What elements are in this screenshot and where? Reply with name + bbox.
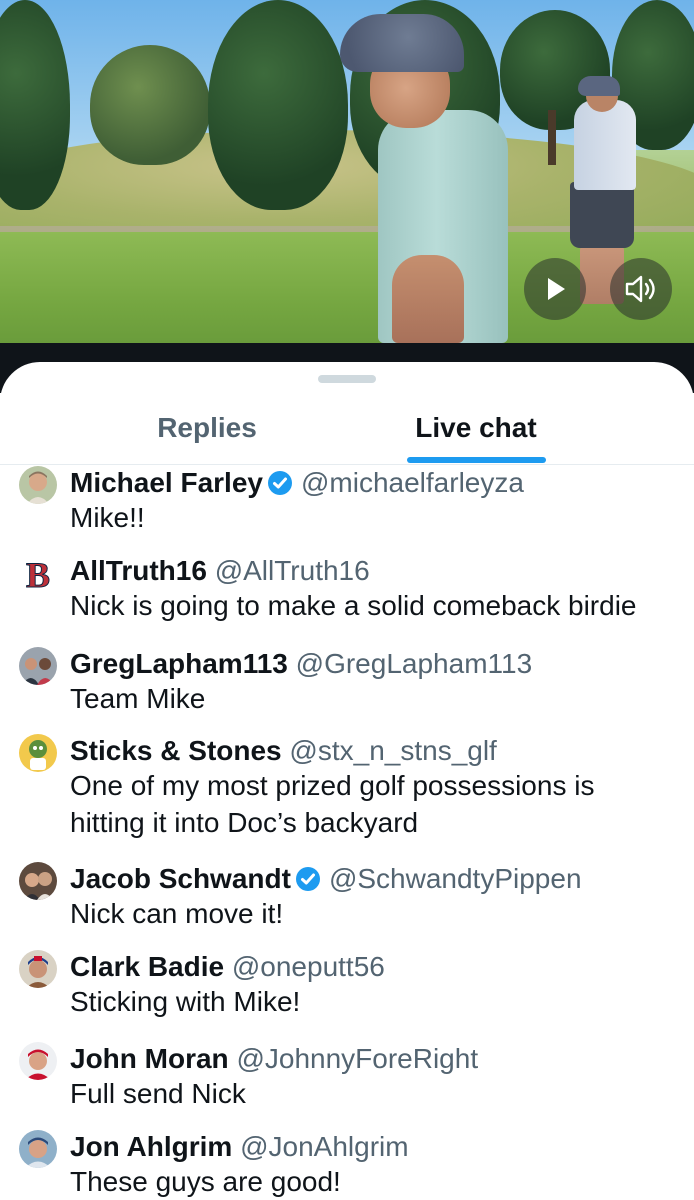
message-text: Mike!!	[70, 499, 680, 536]
tab-live-chat-label: Live chat	[415, 412, 537, 443]
avatar[interactable]	[19, 1130, 57, 1168]
golfer-arm	[392, 255, 464, 343]
avatar[interactable]	[19, 862, 57, 900]
author-name[interactable]: Clark Badie	[70, 951, 224, 982]
volume-icon	[625, 275, 655, 303]
sheet-grabber-handle[interactable]	[318, 375, 376, 383]
author-handle[interactable]: @AllTruth16	[215, 555, 370, 586]
message-text: Nick is going to make a solid comeback b…	[70, 587, 680, 624]
message-header: Michael Farley @michaelfarleyza	[70, 466, 524, 500]
play-button[interactable]	[524, 258, 586, 320]
message-header: Sticks & Stones @stx_n_stns_glf	[70, 734, 497, 768]
author-name[interactable]: GregLapham113	[70, 648, 288, 679]
tab-replies[interactable]: Replies	[110, 400, 304, 464]
message-line: Team Mike	[70, 683, 206, 714]
video-tree-trunk	[548, 110, 556, 165]
verified-badge-icon	[267, 471, 292, 495]
volume-button[interactable]	[610, 258, 672, 320]
golfer-shirt	[574, 100, 636, 190]
author-handle[interactable]: @SchwandtyPippen	[329, 863, 582, 894]
message-header: GregLapham113 @GregLapham113	[70, 647, 532, 681]
screen: { "video": { "play_icon": "play-icon", "…	[0, 0, 694, 1200]
avatar[interactable]	[19, 1042, 57, 1080]
author-name[interactable]: AllTruth16	[70, 555, 207, 586]
author-name[interactable]: Jacob Schwandt	[70, 863, 291, 894]
avatar[interactable]: B	[19, 554, 57, 592]
author-handle[interactable]: @GregLapham113	[296, 648, 533, 679]
bottom-sheet: Replies Live chat Michael Farley @michae…	[0, 362, 694, 1200]
message-header: Jacob Schwandt @SchwandtyPippen	[70, 862, 582, 896]
verified-badge-icon	[295, 867, 320, 891]
message-line: Nick can move it!	[70, 898, 284, 929]
author-handle[interactable]: @oneputt56	[232, 951, 385, 982]
avatar[interactable]	[19, 950, 57, 988]
message-header: John Moran @JohnnyForeRight	[70, 1042, 478, 1076]
message-header: AllTruth16 @AllTruth16	[70, 554, 370, 588]
avatar[interactable]	[19, 647, 57, 685]
golfer-cap	[578, 76, 620, 96]
message-line: Nick is going to make a solid comeback b…	[70, 590, 637, 621]
message-header: Jon Ahlgrim @JonAhlgrim	[70, 1130, 409, 1164]
author-name[interactable]: Jon Ahlgrim	[70, 1131, 232, 1162]
author-name[interactable]: Michael Farley	[70, 467, 263, 498]
avatar[interactable]	[19, 734, 57, 772]
message-line: These guys are good!	[70, 1166, 341, 1197]
video-player[interactable]	[0, 0, 694, 343]
message-line: Mike!!	[70, 502, 145, 533]
author-handle[interactable]: @JonAhlgrim	[240, 1131, 408, 1162]
active-tab-indicator	[407, 457, 546, 463]
svg-text:B: B	[26, 555, 50, 592]
play-icon	[548, 278, 565, 300]
author-name[interactable]: John Moran	[70, 1043, 229, 1074]
message-line: One of my most prized golf possessions i…	[70, 770, 595, 801]
message-text: One of my most prized golf possessions i…	[70, 767, 680, 841]
message-line: Sticking with Mike!	[70, 986, 301, 1017]
video-tree	[208, 0, 348, 210]
tab-live-chat[interactable]: Live chat	[390, 400, 562, 464]
message-text: Nick can move it!	[70, 895, 680, 932]
golfer-shorts	[570, 182, 634, 248]
message-text: Full send Nick	[70, 1075, 680, 1112]
message-text: Sticking with Mike!	[70, 983, 680, 1020]
message-text: These guys are good!	[70, 1163, 680, 1200]
video-tree	[90, 45, 210, 165]
author-handle[interactable]: @stx_n_stns_glf	[289, 735, 496, 766]
author-name[interactable]: Sticks & Stones	[70, 735, 282, 766]
tab-replies-label: Replies	[157, 412, 257, 443]
message-header: Clark Badie @oneputt56	[70, 950, 385, 984]
message-line: hitting it into Doc’s backyard	[70, 807, 419, 838]
author-handle[interactable]: @JohnnyForeRight	[236, 1043, 478, 1074]
golfer-cap	[340, 14, 464, 72]
tab-bar: Replies Live chat	[0, 400, 694, 465]
author-handle[interactable]: @michaelfarleyza	[301, 467, 524, 498]
message-text: Team Mike	[70, 680, 680, 717]
avatar[interactable]	[19, 466, 57, 504]
message-line: Full send Nick	[70, 1078, 246, 1109]
